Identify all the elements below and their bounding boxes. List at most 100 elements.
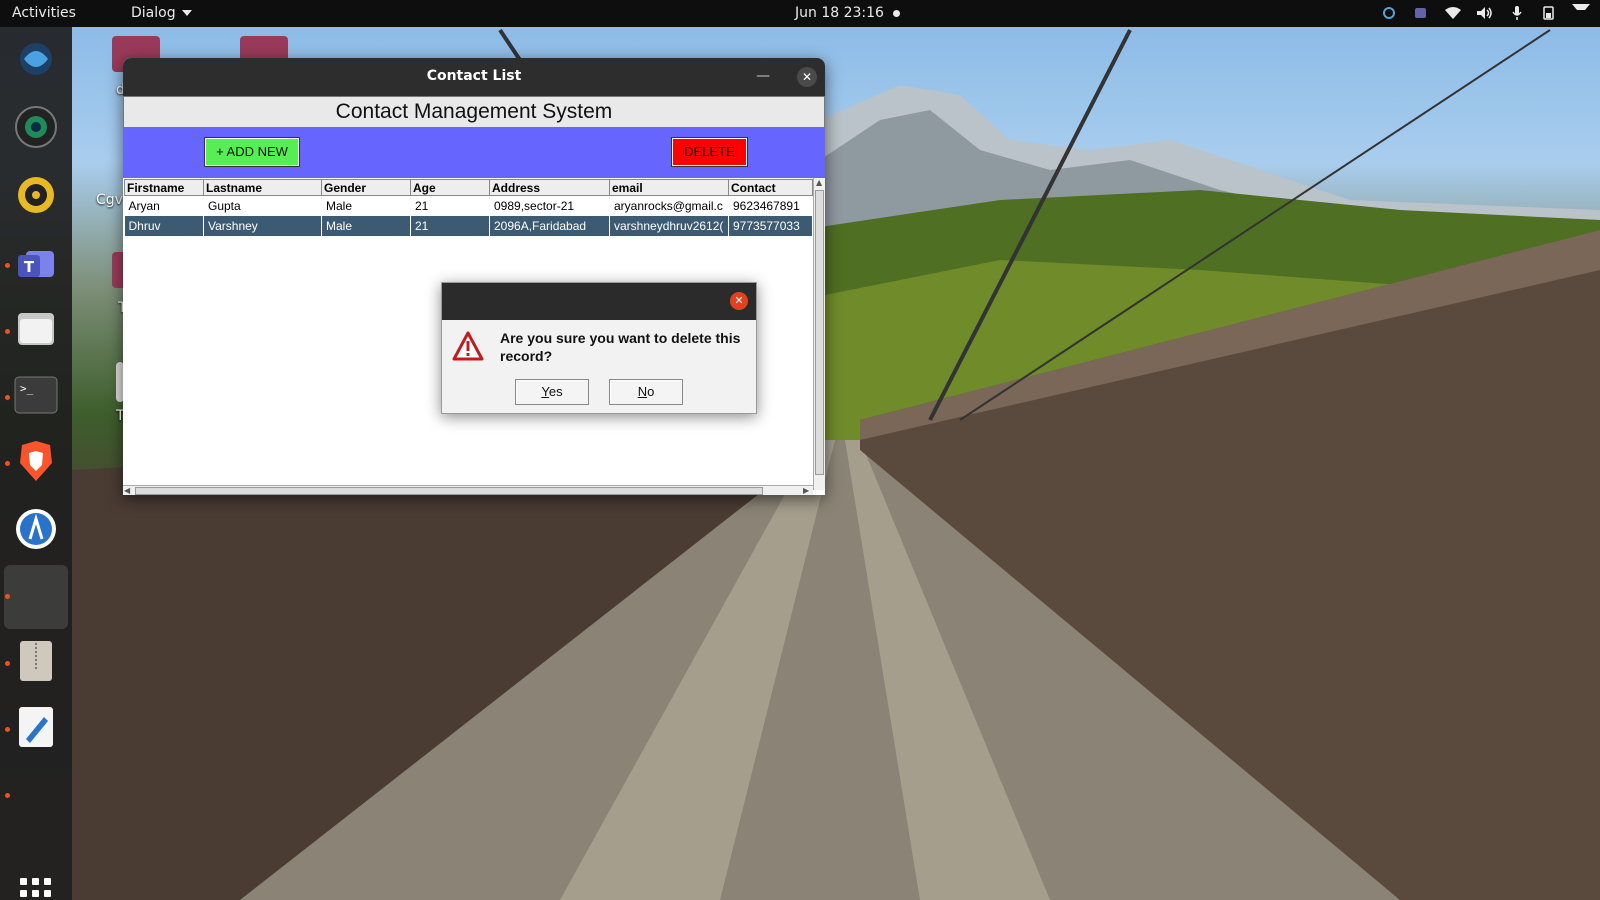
app-menu-label: Dialog [131,5,176,21]
horizontal-scrollbar[interactable]: ◀ ▶ [123,485,813,495]
dock-app-android-studio[interactable] [12,505,60,553]
delete-button[interactable]: DELETE [671,137,748,167]
close-icon[interactable]: ✕ [730,292,748,310]
scroll-left-arrow-icon[interactable]: ◀ [124,486,130,495]
vertical-scroll-thumb[interactable] [815,190,824,475]
app-menu[interactable]: Dialog [131,5,192,21]
dock-app-camera[interactable] [12,103,60,151]
column-header[interactable]: Age [410,179,490,196]
swirl-app-icon [20,43,52,75]
android-studio-icon [16,509,56,549]
table-cell: 21 [415,198,429,213]
text-editor-icon [19,707,53,747]
running-indicator-icon [5,263,10,268]
close-icon[interactable]: ✕ [797,67,817,87]
column-header[interactable]: Lastname [203,179,322,196]
table-cell: 9773577033 [728,215,813,236]
app-header: Contact Management System [123,96,825,128]
brave-browser-icon [20,441,52,481]
dock-app-archive[interactable] [12,637,60,685]
archive-manager-icon [20,641,52,681]
vertical-scrollbar[interactable]: ▲ [813,178,825,490]
microphone-icon[interactable] [1508,4,1526,22]
svg-text:T: T [24,258,35,276]
dock-app-brave[interactable] [12,437,60,485]
yes-label: es [548,384,563,399]
dock-app-rhythmbox[interactable] [12,171,60,219]
top-bar: Activities Dialog Jun 18 23:16 [0,0,1600,27]
table-cell: Aryan [128,198,160,213]
column-header[interactable]: Address [489,179,610,196]
table-row-selected[interactable]: Dhruv Varshney Male 21 2096A,Faridabad v… [124,215,813,236]
teams-app-icon: T [18,251,54,277]
column-header[interactable]: Gender [321,179,411,196]
table-row[interactable]: Aryan Gupta Male 21 0989,sector-21 aryan… [125,196,813,216]
table-cell: varshneydhruv2612( [609,215,729,236]
show-applications-icon[interactable] [20,878,52,900]
running-indicator-icon [5,395,10,400]
svg-text:>_: >_ [20,382,34,395]
table-cell: 2096A,Faridabad [489,215,610,236]
system-tray [1380,4,1590,22]
dialog-titlebar[interactable]: ✕ [442,283,756,320]
running-indicator-icon [5,594,10,599]
table-cell: 21 [410,215,490,236]
dock-app-text-editor[interactable] [12,703,60,751]
confirm-delete-dialog: ✕ Are you sure you want to delete this r… [441,282,757,414]
running-indicator-icon [5,661,10,666]
running-indicator-icon [5,461,10,466]
scroll-up-arrow-icon[interactable]: ▲ [816,178,822,187]
terminal-app-icon: >_ [14,376,58,414]
no-label: o [647,384,655,399]
table-cell: Male [321,215,411,236]
sync-icon[interactable] [1380,4,1398,22]
column-header[interactable]: Contact [728,179,813,196]
window-titlebar[interactable]: Contact List — ✕ [123,58,825,96]
clock[interactable]: Jun 18 23:16 [795,5,884,21]
toolbar: + ADD NEW DELETE [123,128,825,178]
speaker-app-icon [18,177,54,213]
dock-app-swirl[interactable] [12,35,60,83]
dock: T >_ [0,27,72,900]
table-cell: 9623467891 [733,198,800,213]
files-app-icon [18,313,54,345]
dock-app-terminal[interactable]: >_ [12,371,60,419]
power-menu-caret-icon[interactable] [1572,4,1590,22]
chevron-down-icon [181,10,192,16]
dialog-message: Are you sure you want to delete this rec… [500,330,741,364]
column-header[interactable]: email [609,179,729,196]
scroll-right-arrow-icon[interactable]: ▶ [803,486,809,495]
running-indicator-icon [5,727,10,732]
table-cell: 0989,sector-21 [494,198,575,213]
table-cell: Gupta [208,198,241,213]
table-cell: Male [326,198,353,213]
running-indicator-icon [5,793,10,798]
table-cell: Dhruv [124,215,204,236]
wifi-icon[interactable] [1444,4,1462,22]
contacts-table: Firstname Lastname Gender Age Address em… [124,179,813,236]
table-header-row: Firstname Lastname Gender Age Address em… [124,179,813,196]
table-cell: Varshney [203,215,322,236]
table-cell: aryanrocks@gmail.c [614,198,723,213]
no-mnemonic: N [637,384,648,399]
horizontal-scroll-thumb[interactable] [135,487,763,495]
desktop-item-label: Cgv [96,192,123,208]
dock-app-teams[interactable]: T [12,239,60,287]
dock-app-files[interactable] [12,305,60,353]
running-indicator-icon [5,329,10,334]
no-button[interactable]: No [609,379,683,405]
add-new-button[interactable]: + ADD NEW [204,137,300,167]
window-title: Contact List [426,68,522,84]
contact-list-window: Contact List — ✕ Contact Management Syst… [123,58,825,495]
column-header[interactable]: Firstname [124,179,204,196]
yes-mnemonic: Y [541,384,549,399]
battery-icon[interactable] [1540,4,1558,22]
dock-active-window-slot[interactable] [4,565,68,629]
minimize-icon[interactable]: — [753,66,773,86]
warning-icon [452,331,484,365]
teams-tray-icon[interactable] [1412,4,1430,22]
yes-button[interactable]: Yes [515,379,589,405]
volume-icon[interactable] [1476,4,1494,22]
camera-app-icon [15,106,57,148]
activities-button[interactable]: Activities [12,5,76,21]
